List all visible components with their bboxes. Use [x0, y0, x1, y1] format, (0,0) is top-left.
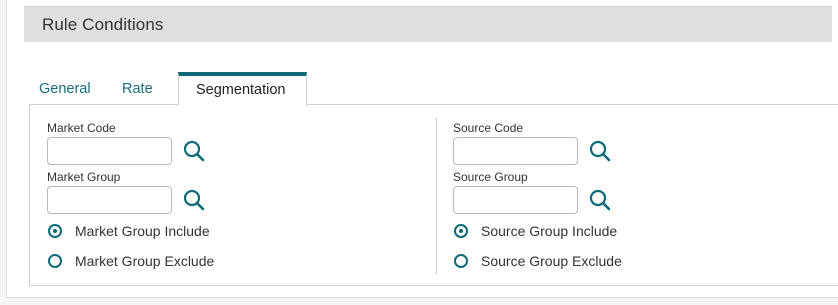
- source-code-search-icon[interactable]: [587, 138, 613, 164]
- tab-general[interactable]: General: [39, 72, 105, 105]
- market-code-input[interactable]: [47, 137, 172, 165]
- radio-checked-icon: [48, 224, 62, 238]
- source-code-input[interactable]: [453, 137, 578, 165]
- tab-segmentation-label: Segmentation: [196, 82, 286, 98]
- radio-checked-icon: [454, 224, 468, 238]
- market-code-label: Market Code: [47, 121, 116, 135]
- source-group-include-label: Source Group Include: [481, 223, 618, 239]
- market-group-search-icon[interactable]: [181, 187, 207, 213]
- radio-unchecked-icon: [48, 254, 62, 268]
- tab-general-label: General: [39, 81, 91, 97]
- tab-segmentation[interactable]: Segmentation: [178, 72, 307, 106]
- source-group-exclude-label: Source Group Exclude: [481, 253, 622, 269]
- column-divider: [436, 118, 437, 274]
- source-group-input[interactable]: [453, 186, 578, 214]
- source-group-search-icon[interactable]: [587, 187, 613, 213]
- market-code-search-icon[interactable]: [181, 138, 207, 164]
- market-group-exclude-label: Market Group Exclude: [75, 253, 215, 269]
- source-code-label: Source Code: [453, 121, 524, 135]
- section-title: Rule Conditions: [42, 15, 164, 34]
- section-header: Rule Conditions: [24, 6, 832, 42]
- tab-rate-label: Rate: [122, 81, 153, 97]
- source-group-label: Source Group: [453, 170, 528, 184]
- tab-rate[interactable]: Rate: [122, 72, 170, 105]
- radio-unchecked-icon: [454, 254, 468, 268]
- market-group-input[interactable]: [47, 186, 172, 214]
- market-group-label: Market Group: [47, 170, 121, 184]
- market-group-include-label: Market Group Include: [75, 223, 210, 239]
